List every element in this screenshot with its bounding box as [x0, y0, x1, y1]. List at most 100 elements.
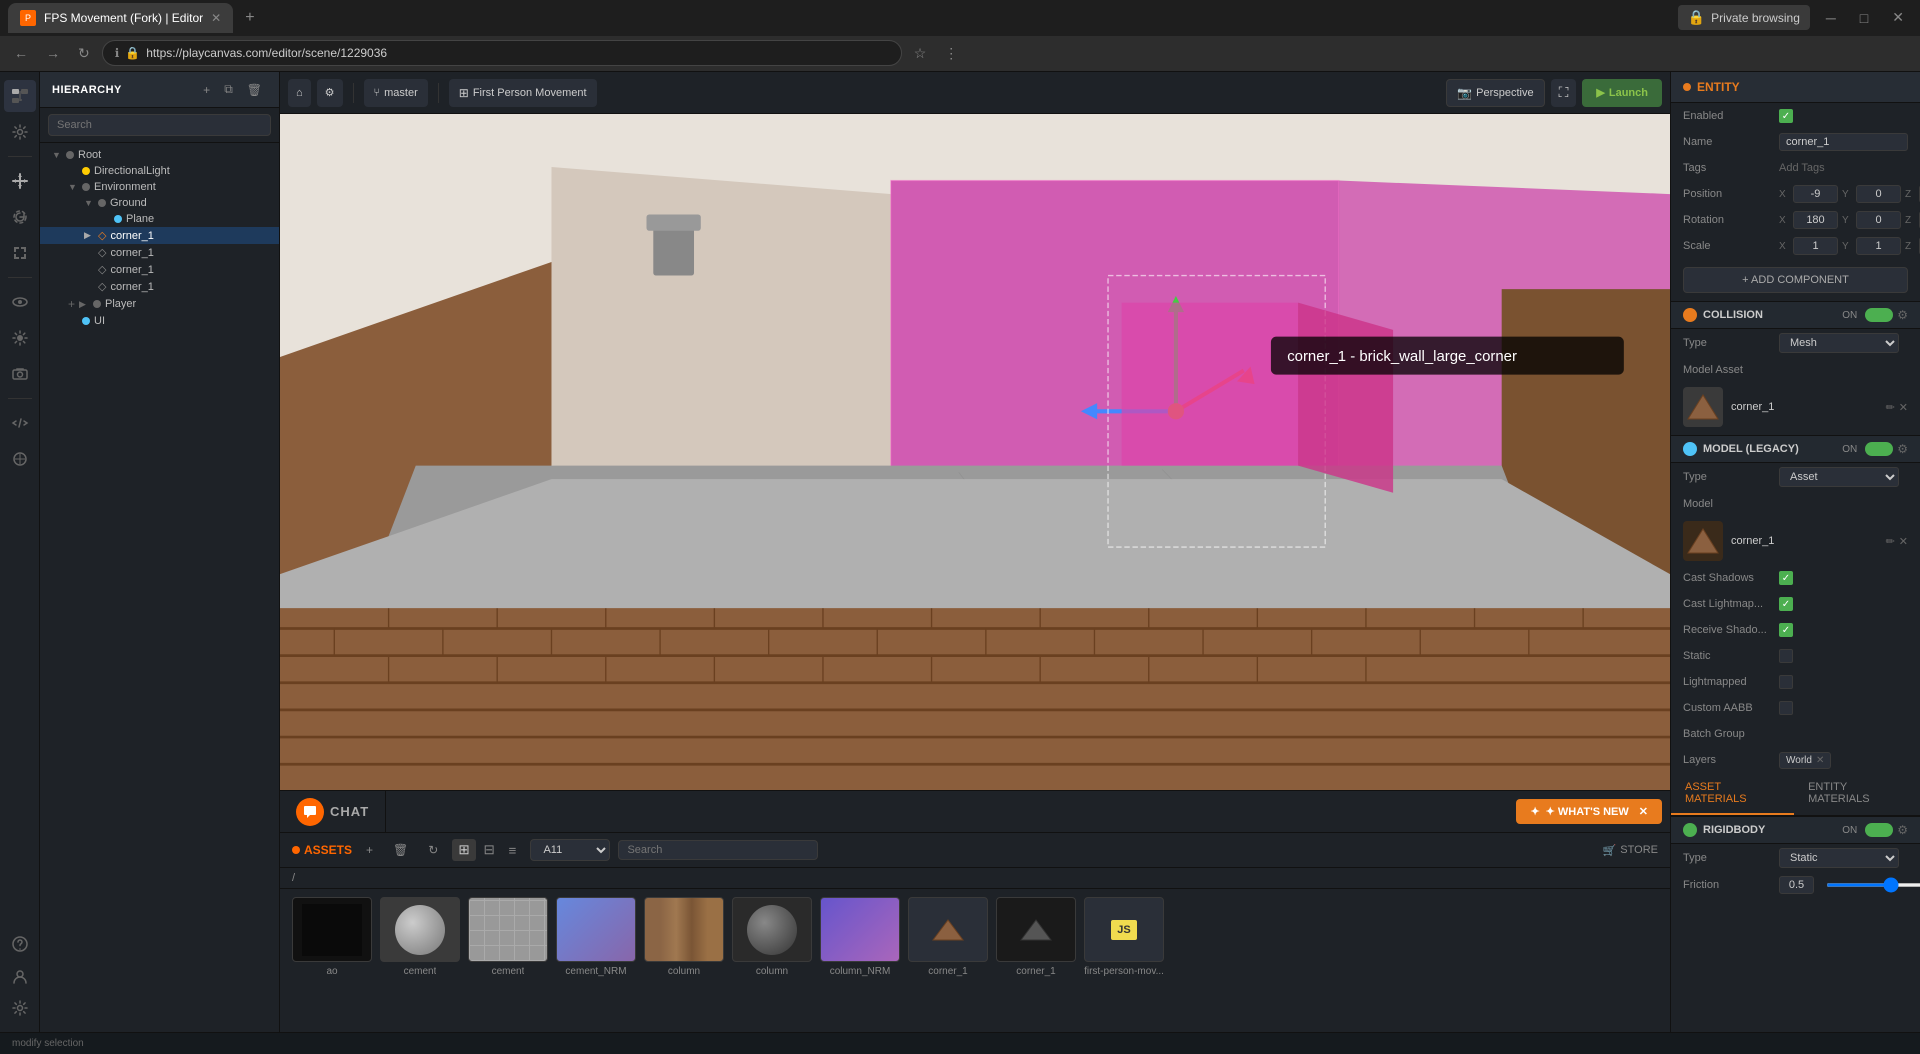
minimize-btn[interactable]: ─ [1818, 6, 1844, 30]
assets-delete-btn[interactable]: 🗑 [387, 841, 414, 859]
rot-y-input[interactable] [1856, 211, 1901, 229]
add-component-btn[interactable]: + ADD COMPONENT [1683, 267, 1908, 293]
model-settings-icon[interactable]: ⚙ [1897, 442, 1908, 456]
toolbar-physics-btn[interactable] [4, 443, 36, 475]
asset-item-js[interactable]: JS first-person-mov... [1084, 897, 1164, 1024]
tree-item-root[interactable]: ▼ Root [40, 147, 279, 163]
pos-x-input[interactable] [1793, 185, 1838, 203]
toolbar-camera-btn[interactable] [4, 358, 36, 390]
toolbar-translate-btn[interactable] [4, 165, 36, 197]
receive-shadows-checkbox[interactable]: ✓ [1779, 623, 1793, 637]
collision-edit-btn[interactable]: ✏ [1886, 401, 1895, 414]
scale-y-input[interactable] [1856, 237, 1901, 255]
store-btn[interactable]: 🛒 STORE [1603, 844, 1658, 857]
asset-item-cement2[interactable]: cement [468, 897, 548, 1024]
rigidbody-toggle[interactable] [1865, 823, 1893, 837]
toolbar-hierarchy-btn[interactable] [4, 80, 36, 112]
nav-forward-btn[interactable]: → [40, 41, 66, 65]
rot-x-input[interactable] [1793, 211, 1838, 229]
asset-item-ao[interactable]: ao [292, 897, 372, 1024]
lightmapped-checkbox[interactable] [1779, 675, 1793, 689]
friction-slider[interactable] [1826, 883, 1920, 887]
tree-item-ground[interactable]: ▼ Ground [40, 195, 279, 211]
add-tags-btn[interactable]: Add Tags [1779, 162, 1908, 174]
model-legacy-header[interactable]: MODEL (LEGACY) ON ⚙ [1671, 435, 1920, 463]
custom-aabb-checkbox[interactable] [1779, 701, 1793, 715]
pos-y-input[interactable] [1856, 185, 1901, 203]
hierarchy-add-btn[interactable]: + [198, 80, 215, 99]
tree-arrow-player[interactable]: ▶ [79, 299, 89, 310]
asset-item-column1[interactable]: column [644, 897, 724, 1024]
nav-refresh-btn[interactable]: ↻ [72, 41, 96, 66]
whats-new-btn[interactable]: ✦ ✦ WHAT'S NEW ✕ [1516, 799, 1662, 824]
assets-refresh-btn[interactable]: ↻ [422, 841, 444, 859]
friction-value-input[interactable] [1779, 876, 1814, 894]
rigidbody-header[interactable]: RIGIDBODY ON ⚙ [1671, 816, 1920, 844]
nav-back-btn[interactable]: ← [8, 41, 34, 65]
address-bar[interactable]: ℹ 🔒 https://playcanvas.com/editor/scene/… [102, 40, 902, 66]
fullscreen-btn[interactable]: ⛶ [1551, 79, 1577, 107]
details-view-btn[interactable]: ≡ [503, 839, 523, 861]
toolbar-scale-btn[interactable] [4, 237, 36, 269]
new-tab-btn[interactable]: + [237, 5, 262, 31]
tree-arrow-ground[interactable]: ▼ [84, 198, 94, 208]
browser-tab-active[interactable]: P FPS Movement (Fork) | Editor ✕ [8, 3, 233, 33]
grid-view-btn[interactable]: ⊞ [452, 839, 475, 861]
asset-item-cement1[interactable]: cement [380, 897, 460, 1024]
asset-materials-tab[interactable]: ASSET MATERIALS [1671, 773, 1794, 815]
model-type-select[interactable]: Asset [1779, 467, 1899, 487]
tree-item-directionallight[interactable]: ▶ DirectionalLight [40, 163, 279, 179]
rigidbody-type-select[interactable]: Static [1779, 848, 1899, 868]
tree-item-environment[interactable]: ▼ Environment [40, 179, 279, 195]
cast-lightmap-checkbox[interactable]: ✓ [1779, 597, 1793, 611]
launch-btn[interactable]: ▶ Launch [1582, 79, 1662, 107]
model-toggle[interactable] [1865, 442, 1893, 456]
asset-item-corner1-model[interactable]: corner_1 [908, 897, 988, 1024]
list-view-btn[interactable]: ⊟ [478, 839, 501, 861]
perspective-btn[interactable]: 📷 Perspective [1446, 79, 1544, 107]
enabled-checkbox[interactable]: ✓ [1779, 109, 1793, 123]
tree-item-corner1-4[interactable]: ▶ ◇ corner_1 [40, 278, 279, 295]
scene-settings-btn[interactable]: ⚙ [317, 79, 343, 107]
hierarchy-search-input[interactable] [48, 114, 271, 136]
toolbar-code-btn[interactable] [4, 407, 36, 439]
chat-tab[interactable]: CHAT [280, 791, 386, 832]
asset-item-column-nrm[interactable]: column_NRM [820, 897, 900, 1024]
viewport-3d[interactable]: corner_1 - brick_wall_large_corner [280, 114, 1670, 790]
tab-close-btn[interactable]: ✕ [211, 11, 221, 25]
tree-arrow-root[interactable]: ▼ [52, 150, 62, 160]
close-window-btn[interactable]: ✕ [1884, 5, 1912, 30]
assets-filter-select[interactable]: A11 [530, 839, 610, 861]
tree-item-plane[interactable]: ▶ Plane [40, 211, 279, 227]
branch-btn[interactable]: ⑂ master [364, 79, 428, 107]
cast-shadows-checkbox[interactable]: ✓ [1779, 571, 1793, 585]
world-layer-close[interactable]: ✕ [1816, 755, 1824, 766]
tree-item-corner1-selected[interactable]: ▶ ◇ corner_1 [40, 227, 279, 244]
rigidbody-settings-icon[interactable]: ⚙ [1897, 823, 1908, 837]
tree-item-player[interactable]: + ▶ Player [40, 295, 279, 313]
asset-item-column2[interactable]: column [732, 897, 812, 1024]
static-checkbox[interactable] [1779, 649, 1793, 663]
browser-menu-btn[interactable]: ⋮ [938, 41, 964, 66]
toolbar-eye-btn[interactable] [4, 286, 36, 318]
collision-toggle[interactable] [1865, 308, 1893, 322]
hierarchy-copy-btn[interactable]: ⧉ [219, 80, 238, 99]
scene-name-btn[interactable]: ⊞ First Person Movement [449, 79, 597, 107]
collision-component-header[interactable]: COLLISION ON ⚙ [1671, 301, 1920, 329]
maximize-btn[interactable]: □ [1852, 6, 1876, 30]
name-input[interactable] [1779, 133, 1908, 151]
asset-item-cement-nrm[interactable]: cement_NRM [556, 897, 636, 1024]
assets-search-input[interactable] [618, 840, 818, 860]
model-remove-btn[interactable]: ✕ [1899, 535, 1908, 548]
bookmark-btn[interactable]: ☆ [908, 41, 933, 66]
tree-item-corner1-3[interactable]: ▶ ◇ corner_1 [40, 261, 279, 278]
hierarchy-delete-btn[interactable]: 🗑 [242, 80, 267, 99]
toolbar-help-btn[interactable] [4, 928, 36, 960]
toolbar-settings2-btn[interactable] [4, 992, 36, 1024]
assets-add-btn[interactable]: + [360, 841, 379, 859]
entity-materials-tab[interactable]: ENTITY MATERIALS [1794, 773, 1920, 815]
toolbar-account-btn[interactable] [4, 960, 36, 992]
collision-settings-icon[interactable]: ⚙ [1897, 308, 1908, 322]
scale-x-input[interactable] [1793, 237, 1838, 255]
collision-remove-btn[interactable]: ✕ [1899, 401, 1908, 414]
